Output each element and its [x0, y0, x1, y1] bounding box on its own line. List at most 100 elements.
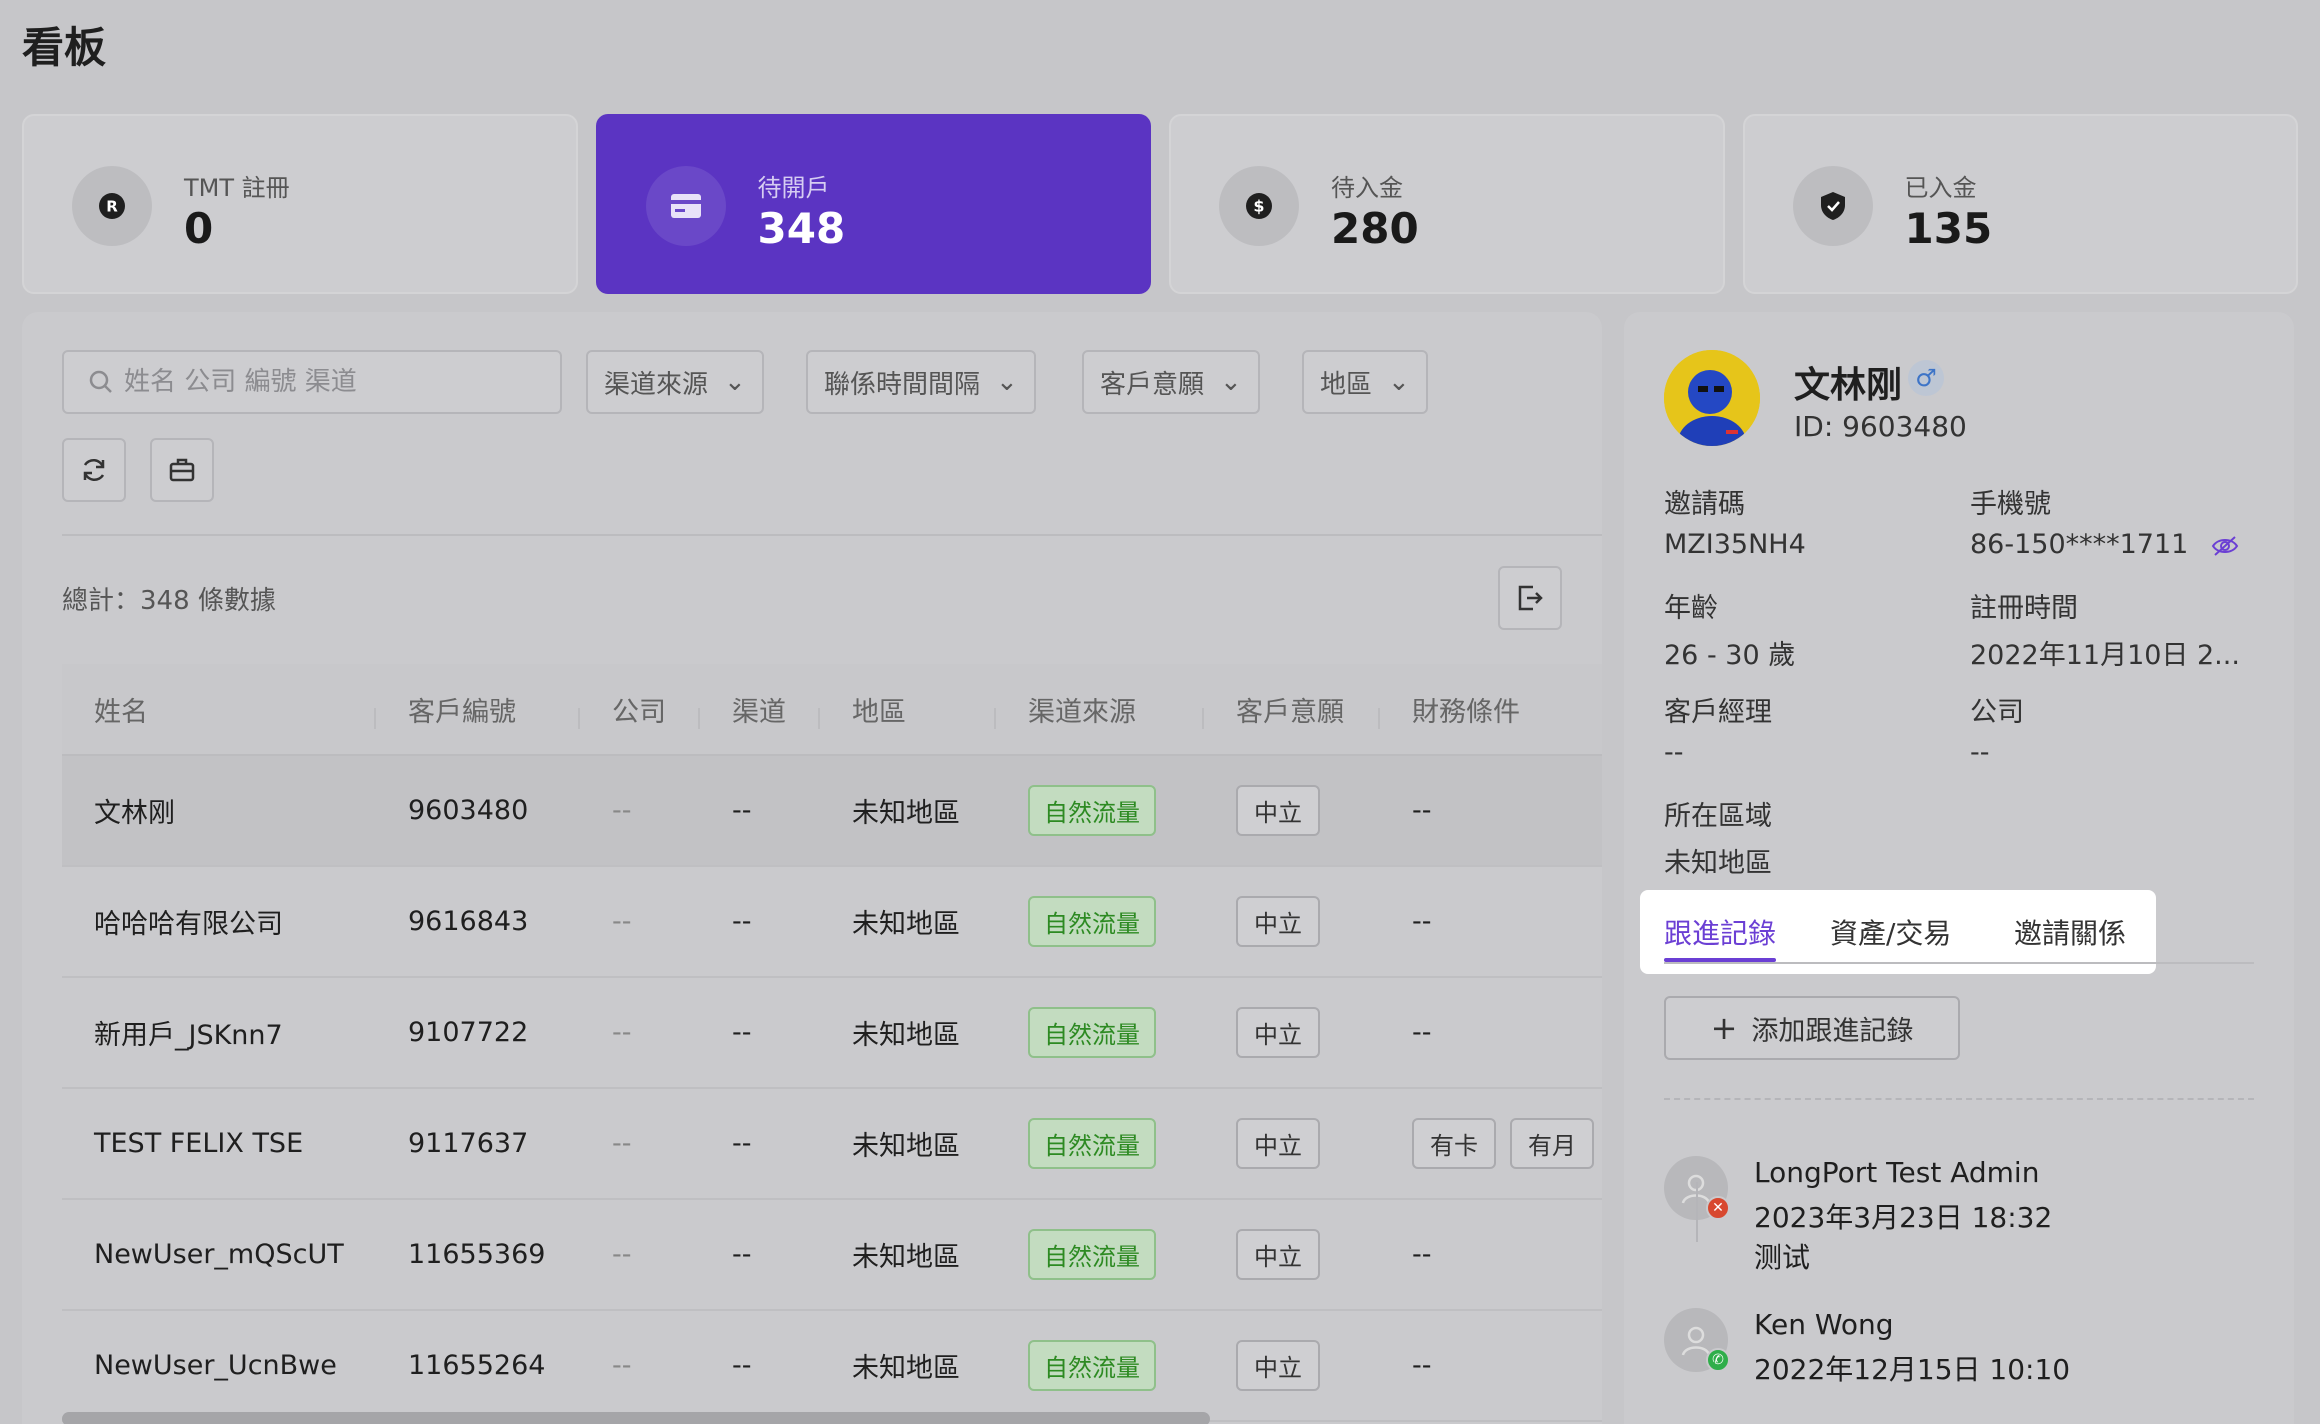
finance-tag: 有月 — [1510, 1118, 1594, 1169]
cell-source: 自然流量 — [996, 1229, 1204, 1280]
eye-hidden-icon[interactable] — [2211, 535, 2239, 557]
chevron-down-icon: ⌄ — [996, 367, 1018, 397]
whatsapp-icon: ✆ — [1706, 1348, 1730, 1372]
cell-source: 自然流量 — [996, 1340, 1204, 1391]
dashed-divider — [1664, 1098, 2254, 1100]
cell-finance: -- — [1412, 906, 1432, 937]
stat-label: 已入金 — [1904, 174, 1977, 202]
cell-code: 11655264 — [408, 1350, 546, 1381]
contact-interval-select[interactable]: 聯係時間間隔 ⌄ — [806, 350, 1036, 414]
page-title: 看板 — [22, 23, 107, 72]
cell-code: 9603480 — [408, 795, 529, 826]
source-tag: 自然流量 — [1028, 1340, 1156, 1391]
field-label: 註冊時間 — [1970, 593, 2078, 624]
record-note: 测试 — [1754, 1241, 1811, 1274]
table-row[interactable]: NewUser_UcnBwe 11655264 -- -- 未知地區 自然流量 … — [62, 1311, 1602, 1422]
customer-intent-select[interactable]: 客戶意願 ⌄ — [1082, 350, 1260, 414]
field-value: 2022年11月10日 2... — [1970, 640, 2240, 671]
shield-icon — [1792, 166, 1873, 246]
cell-source: 自然流量 — [996, 896, 1204, 947]
cell-finance: -- — [1412, 1350, 1432, 1381]
cell-name: TEST FELIX TSE — [94, 1128, 304, 1159]
record-time: 2023年3月23日 18:32 — [1754, 1201, 2053, 1234]
search-input[interactable] — [124, 367, 544, 397]
stat-value: 135 — [1904, 204, 1993, 253]
stat-card-pending-deposit[interactable]: $ 待入金 280 — [1169, 114, 1725, 294]
cell-region: 未知地區 — [852, 1242, 960, 1273]
intent-tag: 中立 — [1236, 785, 1320, 836]
stat-label: 待開戶 — [757, 174, 830, 202]
avatar — [1664, 350, 1760, 446]
briefcase-button[interactable] — [150, 438, 214, 502]
stats-row: R TMT 註冊 0 待開戶 348 $ 待入金 280 已入金 135 — [22, 114, 2298, 294]
chevron-down-icon: ⌄ — [1388, 367, 1410, 397]
refresh-icon — [83, 458, 105, 482]
cell-name: NewUser_UcnBwe — [94, 1350, 337, 1381]
record-time: 2022年12月15日 10:10 — [1754, 1353, 2071, 1386]
intent-tag: 中立 — [1236, 1340, 1320, 1391]
cell-name: 哈哈哈有限公司 — [94, 909, 283, 940]
column-header-company[interactable]: 公司 — [580, 690, 700, 729]
column-header-source[interactable]: 渠道來源 — [996, 690, 1204, 729]
column-header-channel[interactable]: 渠道 — [700, 690, 820, 729]
chevron-down-icon: ⌄ — [1220, 367, 1242, 397]
cell-finance: -- — [1412, 795, 1432, 826]
cell-name: NewUser_mQScUT — [94, 1239, 344, 1270]
cell-company: -- — [612, 795, 632, 826]
stat-card-deposited[interactable]: 已入金 135 — [1742, 114, 2298, 294]
column-header-name[interactable]: 姓名 — [62, 690, 376, 729]
cell-company: -- — [612, 1128, 632, 1159]
column-header-finance[interactable]: 財務條件 — [1380, 690, 1602, 729]
phone-field: 手機號 86-150****1711 — [1970, 482, 2239, 560]
table-row[interactable]: 哈哈哈有限公司 9616843 -- -- 未知地區 自然流量 中立 -- — [62, 867, 1602, 978]
horizontal-scrollbar[interactable] — [62, 1412, 1210, 1424]
cell-channel: -- — [732, 906, 752, 937]
intent-tag: 中立 — [1236, 1118, 1320, 1169]
stat-card-tmt-registered[interactable]: R TMT 註冊 0 — [22, 114, 578, 294]
cell-company: -- — [612, 906, 632, 937]
search-box[interactable] — [62, 350, 562, 414]
customer-name: 文林刚 — [1794, 365, 1903, 406]
record-author: Ken Wong — [1754, 1308, 1894, 1341]
field-label: 邀請碼 — [1664, 489, 1745, 520]
cell-region: 未知地區 — [852, 909, 960, 940]
stat-label: 待入金 — [1331, 174, 1403, 202]
chevron-down-icon: ⌄ — [724, 367, 746, 397]
table-row[interactable]: NewUser_mQScUT 11655369 -- -- 未知地區 自然流量 … — [62, 1200, 1602, 1311]
source-tag: 自然流量 — [1028, 896, 1156, 947]
intent-tag: 中立 — [1236, 1229, 1320, 1280]
field-value: 86-150****1711 — [1970, 529, 2239, 560]
field-label: 所在區域 — [1664, 801, 1772, 832]
column-header-code[interactable]: 客戶編號 — [376, 690, 580, 729]
cell-intent: 中立 — [1204, 1340, 1380, 1391]
cell-code: 9616843 — [408, 906, 529, 937]
field-value: MZI35NH4 — [1664, 529, 1806, 560]
add-follow-up-button[interactable]: + 添加跟進記錄 — [1664, 996, 1960, 1060]
column-header-region[interactable]: 地區 — [820, 690, 996, 729]
table-row[interactable]: 文林刚 9603480 -- -- 未知地區 自然流量 中立 -- — [62, 756, 1602, 867]
stat-label: TMT 註冊 — [184, 174, 290, 202]
invite-code-field: 邀請碼 MZI35NH4 — [1664, 482, 1806, 560]
table-row[interactable]: TEST FELIX TSE 9117637 -- -- 未知地區 自然流量 中… — [62, 1089, 1602, 1200]
region-select[interactable]: 地區 ⌄ — [1302, 350, 1428, 414]
cell-source: 自然流量 — [996, 1118, 1204, 1169]
cell-finance: -- — [1412, 1239, 1432, 1270]
company-field: 公司 -- — [1970, 690, 2024, 768]
cell-code: 11655369 — [408, 1239, 546, 1270]
table-row[interactable]: 新用戶_JSKnn7 9107722 -- -- 未知地區 自然流量 中立 -- — [62, 978, 1602, 1089]
field-value: -- — [1970, 737, 1990, 768]
search-icon — [89, 370, 112, 393]
stat-card-pending-account[interactable]: 待開戶 348 — [595, 114, 1151, 294]
refresh-button[interactable] — [62, 438, 126, 502]
export-button[interactable] — [1498, 566, 1562, 630]
cell-channel: -- — [732, 1239, 752, 1270]
cell-channel: -- — [732, 1128, 752, 1159]
cell-code: 9117637 — [408, 1128, 529, 1159]
stat-value: 280 — [1331, 204, 1419, 253]
channel-source-select[interactable]: 渠道來源 ⌄ — [586, 350, 764, 414]
column-header-intent[interactable]: 客戶意願 — [1204, 690, 1380, 729]
phone-value: 86-150****1711 — [1970, 529, 2189, 560]
select-label: 渠道來源 — [604, 369, 709, 400]
register-time-field: 註冊時間 2022年11月10日 2... — [1970, 586, 2240, 672]
cell-intent: 中立 — [1204, 1229, 1380, 1280]
